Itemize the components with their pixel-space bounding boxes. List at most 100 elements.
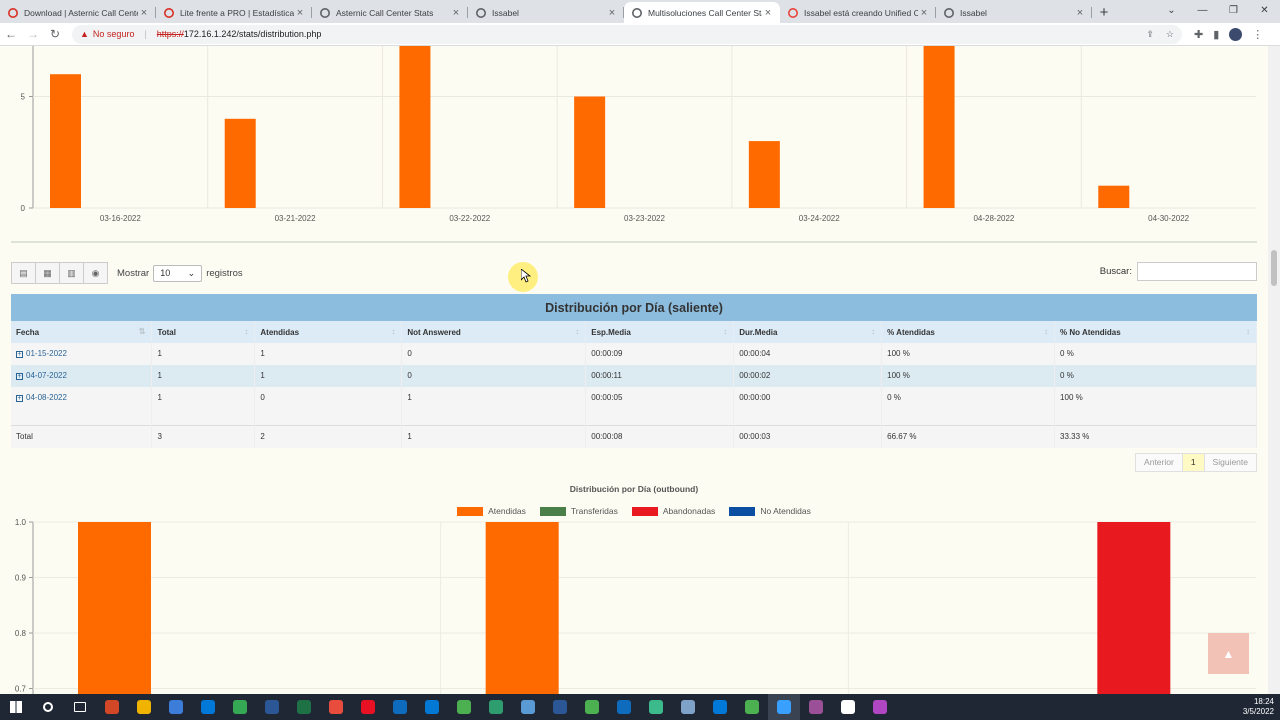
expand-row-icon[interactable]: + [16,351,23,358]
pager-next-button[interactable]: Siguiente [1203,453,1257,472]
search-icon[interactable] [32,694,64,720]
minimize-button[interactable]: — [1187,0,1218,21]
taskbar-app-icon[interactable] [864,694,896,720]
taskbar-app-icon[interactable] [704,694,736,720]
table-cell[interactable]: +04-08-2022 [11,387,153,425]
url-field[interactable]: ▲ No seguro | https:// 172.16.1.242/stat… [72,24,1182,44]
browser-tab[interactable]: Lite frente a PRO | Estadísticas d × [156,2,312,23]
column-header[interactable]: Total ↕ [151,321,256,343]
taskbar-app-icon[interactable] [640,694,672,720]
security-label[interactable]: No seguro [93,29,135,39]
date-link[interactable]: 04-08-2022 [26,393,67,402]
legend-item[interactable]: No Atendidas [729,506,811,516]
tab-close-icon[interactable]: × [294,7,306,19]
taskbar-app-icon[interactable] [736,694,768,720]
column-header[interactable]: % No Atendidas ↕ [1054,321,1257,343]
restore-button[interactable]: ❐ [1218,0,1249,21]
pager-prev-button[interactable]: Anterior [1135,453,1183,472]
taskbar-app-icon[interactable] [128,694,160,720]
tab-close-icon[interactable]: × [1074,7,1086,19]
column-header[interactable]: Atendidas ↕ [254,321,403,343]
taskbar-app-icon[interactable] [320,694,352,720]
warning-icon[interactable]: ▲ [80,29,89,39]
date-link[interactable]: 04-07-2022 [26,371,67,380]
legend-item[interactable]: Abandonadas [631,506,715,516]
tab-close-icon[interactable]: × [450,7,462,19]
back-button[interactable]: ← [0,27,22,41]
taskbar-app-icon[interactable] [544,694,576,720]
tab-search-icon[interactable]: ⌄ [1156,0,1187,21]
browser-tab[interactable]: Multisoluciones Call Center Stat × [624,2,780,23]
taskbar-app-icon[interactable] [256,694,288,720]
page-scrollbar[interactable] [1268,46,1280,694]
browser-tab[interactable]: Asternic Call Center Stats × [312,2,468,23]
back-to-top-button[interactable]: ▲ [1208,633,1249,674]
forward-button[interactable]: → [22,27,44,41]
browser-menu-icon[interactable]: ⋮ [1252,28,1263,41]
taskbar-app-icon[interactable] [96,694,128,720]
taskbar-app-icon[interactable] [448,694,480,720]
app-glyph [489,700,503,714]
legend-item[interactable]: Atendidas [457,506,526,516]
side-panel-icon[interactable]: ▮ [1213,28,1219,41]
task-view-icon[interactable] [64,694,96,720]
share-icon[interactable]: ⇪ [1146,29,1154,40]
export-csv-icon[interactable]: ▦ [35,262,60,284]
taskbar-app-icon[interactable] [352,694,384,720]
column-header[interactable]: Fecha ⇅ [11,321,153,343]
tab-close-icon[interactable]: × [606,7,618,19]
export-excel-icon[interactable]: ▤ [11,262,36,284]
taskbar-app-icon[interactable] [672,694,704,720]
start-button-icon[interactable] [0,694,32,720]
page-length-select[interactable]: 10 ⌄ [153,264,203,282]
tab-favicon-icon [320,7,330,18]
taskbar-app-icon[interactable] [512,694,544,720]
taskbar-app-icon[interactable] [288,694,320,720]
taskbar-app-icon[interactable] [416,694,448,720]
taskbar-app-icon[interactable] [384,694,416,720]
taskbar-app-icon[interactable] [576,694,608,720]
tab-close-icon[interactable]: × [138,7,150,19]
taskbar-app-icon[interactable] [480,694,512,720]
browser-tab[interactable]: Issabel está creando Unified Co × [780,2,936,23]
taskbar-app-icon[interactable] [832,694,864,720]
bar [1097,522,1171,694]
system-clock[interactable]: 18:24 3/5/2022 [1243,697,1274,717]
extensions-icon[interactable]: ✚ [1194,28,1203,41]
reload-button[interactable]: ↻ [44,27,66,41]
export-pdf-icon[interactable]: ▥ [59,262,84,284]
new-tab-button[interactable]: + [1092,2,1116,23]
column-header[interactable]: % Atendidas ↕ [881,321,1056,343]
taskbar-app-icon[interactable] [608,694,640,720]
cell-value: 1 [157,371,162,380]
column-header[interactable]: Not Answered ↕ [401,321,587,343]
taskbar-app-icon[interactable] [768,694,800,720]
column-visibility-eye-icon[interactable]: ◉ [83,262,108,284]
table-cell[interactable]: +01-15-2022 [11,343,153,365]
table-cell: 100 % [881,343,1056,365]
taskbar-app-icon[interactable] [192,694,224,720]
tab-close-icon[interactable]: × [762,7,774,19]
browser-tab[interactable]: Issabel × [936,2,1092,23]
browser-tab[interactable]: Download | Asternic Call Center × [0,2,156,23]
taskbar-app-icon[interactable] [800,694,832,720]
search-input[interactable] [1137,262,1257,281]
table-cell[interactable]: +04-07-2022 [11,365,153,387]
expand-row-icon[interactable]: + [16,373,23,380]
tab-title: Issabel está creando Unified Co [804,7,918,18]
bookmark-star-icon[interactable]: ☆ [1166,29,1174,40]
profile-avatar[interactable] [1229,27,1243,41]
legend-item[interactable]: Transferidas [539,506,618,516]
column-header[interactable]: Esp.Media ↕ [585,321,735,343]
tab-close-icon[interactable]: × [918,7,930,19]
close-window-button[interactable]: ✕ [1249,0,1280,21]
date-link[interactable]: 01-15-2022 [26,349,67,358]
browser-tab[interactable]: Issabel × [468,2,624,23]
expand-row-icon[interactable]: + [16,395,23,402]
scrollbar-thumb[interactable] [1271,250,1277,286]
table-row: +04-08-2022 1 0 1 00:00:05 00:00:00 0 % 100 % [11,387,1257,425]
taskbar-app-icon[interactable] [224,694,256,720]
taskbar-app-icon[interactable] [160,694,192,720]
pager-page-1[interactable]: 1 [1181,453,1205,472]
column-header[interactable]: Dur.Media ↕ [733,321,883,343]
